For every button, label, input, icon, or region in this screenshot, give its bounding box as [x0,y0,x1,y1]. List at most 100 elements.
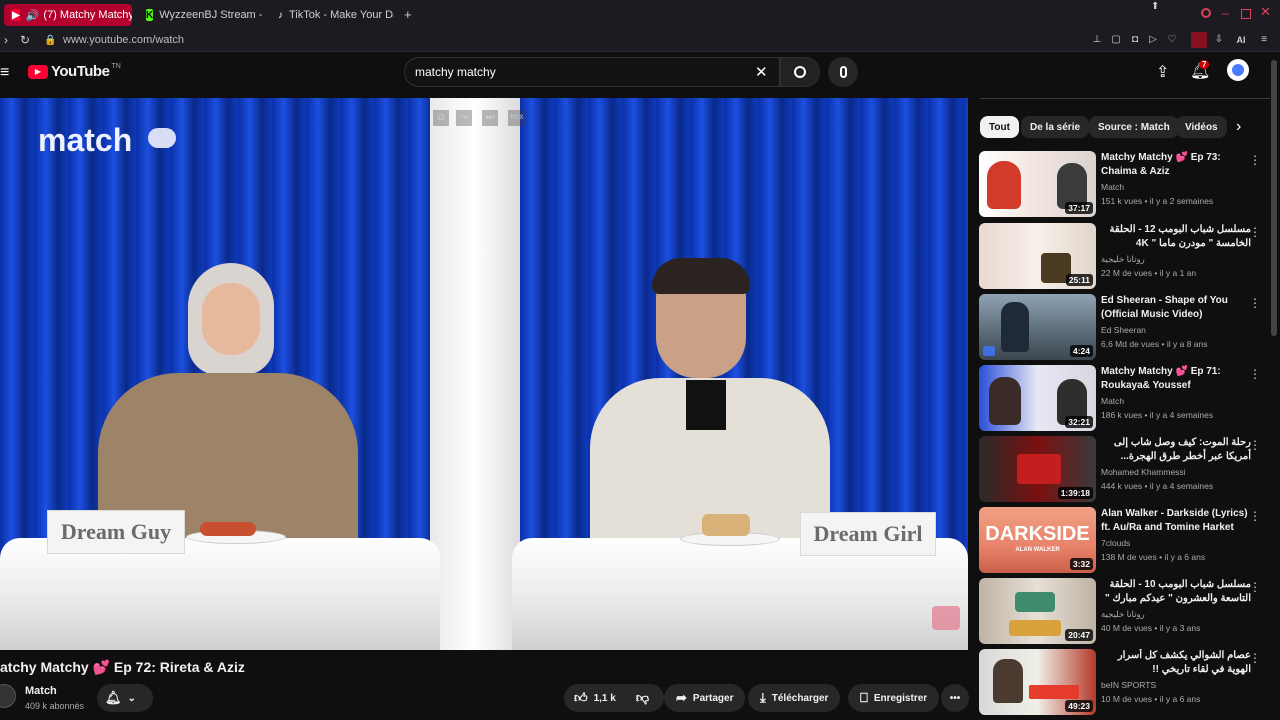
channel-name[interactable]: روتانا خليجية [1101,254,1145,265]
list-item[interactable]: 37:17 Matchy Matchy 💕 Ep 73: Chaima & Az… [979,151,1269,219]
video-thumbnail[interactable]: 20:47 [979,578,1096,644]
chip-source[interactable]: Source : Match [1089,116,1179,138]
list-item[interactable]: 20:47 مسلسل شباب البومب 10 - الحلقة التا… [979,578,1269,646]
like-count[interactable]: 1,1 k [594,693,616,704]
minimize-icon[interactable]: – [1222,6,1229,20]
list-item[interactable]: 1:39:18 رحلة الموت: كيف وصل شاب إلى أمري… [979,436,1269,504]
video-thumbnail[interactable]: 49:23 [979,649,1096,715]
screenshot-icon[interactable]: ▢ [1110,34,1122,46]
video-thumbnail[interactable]: 32:21 [979,365,1096,431]
more-options-icon[interactable]: ⋮ [1249,651,1261,665]
video-player[interactable]: match ⧉ ⇥ ⏭ RGX Dream Guy Dream Girl [0,98,968,650]
chevron-right-icon[interactable]: › [1236,118,1241,136]
share-button[interactable]: ➦ Partager [664,684,746,712]
lock-icon[interactable]: 🔒 [44,35,56,46]
url-field[interactable]: www.youtube.com/watch [63,34,184,46]
tab-tiktok[interactable]: ♪ TikTok - Make Your Day [270,4,394,26]
play-icon[interactable]: ▷ [1147,34,1159,46]
channel-name[interactable]: beIN SPORTS [1101,680,1156,690]
search-button[interactable] [780,57,820,87]
video-title[interactable]: رحلة الموت: كيف وصل شاب إلى أمريكا عبر أ… [1101,436,1251,464]
search-box[interactable]: matchy matchy ✕ [404,57,780,87]
download-button[interactable]: ⤓ Télécharger [748,684,841,712]
search-icon[interactable] [1201,8,1211,18]
more-actions-button[interactable]: ••• [941,684,969,712]
download-icon[interactable]: ⇩ [1213,34,1225,46]
video-thumbnail[interactable]: 1:39:18 [979,436,1096,502]
list-item[interactable]: 32:21 Matchy Matchy 💕 Ep 71: Roukaya& Yo… [979,365,1269,433]
more-options-icon[interactable]: ⋮ [1249,296,1261,310]
list-item[interactable]: 49:23 عصام الشوالي يكشف كل أسرار الهوية … [979,649,1269,717]
forward-icon[interactable]: › [4,33,8,47]
channel-name[interactable]: 7clouds [1101,538,1130,548]
ai-extension-icon[interactable]: AI [1230,34,1252,46]
theater-icon[interactable]: ⇥ [456,110,472,126]
video-title[interactable]: Matchy Matchy 💕 Ep 73: Chaima & Aziz [1101,151,1251,179]
sidebar-scrollbar[interactable] [1271,60,1277,336]
channel-name[interactable]: روتانا خليجية [1101,609,1145,620]
video-title[interactable]: عصام الشوالي يكشف كل أسرار الهوية في لقا… [1101,649,1251,677]
channel-name[interactable]: Match [25,685,57,697]
more-options-icon[interactable]: ⋮ [1249,367,1261,381]
maximize-icon[interactable] [1241,9,1251,19]
channel-name[interactable]: Match [1101,396,1124,406]
duration-badge: 1:39:18 [1057,487,1093,499]
video-title[interactable]: مسلسل شباب البومب 10 - الحلقة التاسعة وا… [1101,578,1251,606]
account-icon [1232,64,1244,76]
duration-badge: 25:11 [1065,274,1093,286]
speaker-icon[interactable]: 🔊 [26,9,40,22]
upload-icon[interactable]: ⇪ [1156,62,1169,82]
face [202,283,260,355]
more-options-icon[interactable]: ⋮ [1249,509,1261,523]
more-options-icon[interactable]: ⋮ [1249,438,1261,452]
channel-name[interactable]: Ed Sheeran [1101,325,1146,335]
more-options-icon[interactable]: ⋮ [1249,225,1261,239]
heart-icon[interactable]: ♡ [1166,34,1178,46]
close-icon[interactable]: ✕ [1260,4,1271,20]
save-button[interactable]: ⎕ Enregistrer [848,684,940,712]
list-item[interactable]: 25:11 مسلسل شباب البومب 12 - الحلقة الخا… [979,223,1269,291]
rgx-icon[interactable]: RGX [508,110,526,126]
new-tab-button[interactable]: + [404,7,412,22]
avatar[interactable] [1227,59,1249,81]
video-thumbnail[interactable]: 37:17 [979,151,1096,217]
more-options-icon[interactable]: ⋮ [1249,580,1261,594]
shield-icon[interactable]: ◘ [1129,34,1141,46]
pin-icon[interactable]: ⊥ [1091,34,1103,46]
more-options-icon[interactable]: ⋮ [1249,153,1261,167]
thumb-figure [987,161,1021,209]
next-icon[interactable]: ⏭ [482,110,498,126]
video-title[interactable]: Ed Sheeran - Shape of You (Official Musi… [1101,294,1251,322]
chip-videos[interactable]: Vidéos [1176,116,1227,138]
chip-all[interactable]: Tout [980,116,1019,138]
warner-logo-icon [983,346,995,356]
dislike-icon[interactable]: 👎︎ [636,690,649,706]
channel-name[interactable]: Mohamed Khammessi [1101,467,1186,477]
share-label: Partager [692,692,734,704]
reload-icon[interactable]: ↻ [20,33,30,47]
video-title[interactable]: مسلسل شباب البومب 12 - الحلقة الخامسة " … [1101,223,1252,251]
video-title[interactable]: Alan Walker - Darkside (Lyrics) ft. Au/R… [1101,507,1251,535]
video-thumbnail[interactable]: DARKSIDE ALAN WALKER 3:32 [979,507,1096,573]
video-thumbnail[interactable]: 25:11 [979,223,1096,289]
video-thumbnail[interactable]: 4:24 [979,294,1096,360]
extension-icon[interactable] [1191,32,1207,48]
tab-kick[interactable]: K WyzzeenBJ Stream - Wat [138,4,262,26]
video-title[interactable]: Matchy Matchy 💕 Ep 71: Roukaya& Youssef [1101,365,1251,393]
hamburger-menu-icon[interactable]: ≡ [0,64,9,82]
channel-name[interactable]: Match [1101,182,1124,192]
subscription-bell-button[interactable]: 🔔︎ ⌄ [97,684,153,712]
clear-search-icon[interactable]: ✕ [755,63,768,81]
like-icon[interactable]: 👍︎ [574,690,588,706]
tab-youtube[interactable]: ▶ 🔊 (7) Matchy Matchy [4,4,132,26]
search-input[interactable]: matchy matchy [415,65,496,79]
search-icon [794,66,806,78]
youtube-logo[interactable]: ▶ YouTube TN [28,63,121,80]
list-item[interactable]: 4:24 Ed Sheeran - Shape of You (Official… [979,294,1269,362]
voice-search-button[interactable] [828,57,858,87]
menu-icon[interactable]: ≡ [1258,34,1270,46]
chip-series[interactable]: De la série [1021,116,1090,138]
miniplayer-icon[interactable]: ⧉ [433,110,449,126]
channel-avatar[interactable] [0,684,16,708]
list-item[interactable]: DARKSIDE ALAN WALKER 3:32 Alan Walker - … [979,507,1269,575]
